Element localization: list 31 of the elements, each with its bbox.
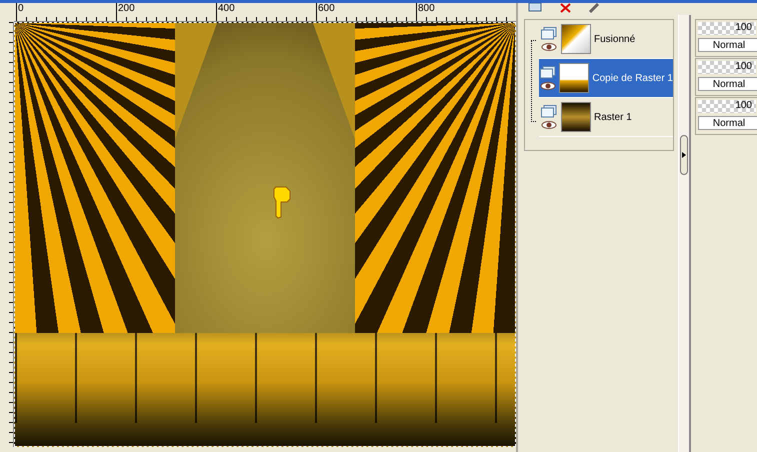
layer-name: Raster 1	[594, 112, 632, 122]
layer-type-icon	[541, 105, 557, 118]
layer-row[interactable]: Fusionné	[539, 20, 673, 59]
ruler-label: 200	[118, 3, 135, 15]
opacity-field[interactable]: 100	[698, 61, 756, 74]
layer-name: Fusionné	[594, 34, 636, 44]
layer-thumbnail	[561, 24, 591, 54]
layer-row[interactable]: Raster 1	[539, 98, 673, 137]
ruler-label: 600	[318, 3, 335, 15]
pointing-hand-icon	[273, 185, 291, 219]
ruler-label: 0	[18, 3, 24, 15]
brush-icon[interactable]	[588, 3, 600, 13]
layer-type-icon	[541, 27, 557, 40]
layer-thumbnail	[559, 63, 590, 93]
blend-mode-dropdown[interactable]: Normal	[698, 77, 757, 91]
collapse-handle[interactable]	[680, 135, 688, 175]
ruler-label: 400	[218, 3, 235, 15]
opacity-field[interactable]: 100	[698, 22, 756, 35]
opacity-field[interactable]: 100	[698, 100, 756, 113]
eye-icon[interactable]	[541, 43, 557, 51]
eye-icon[interactable]	[541, 121, 557, 129]
layer-type-icon	[540, 66, 556, 79]
caret-icon	[682, 152, 686, 158]
layer-name: Copie de Raster 1	[592, 72, 673, 84]
ruler-label: 800	[418, 3, 435, 15]
eye-icon[interactable]	[540, 82, 556, 90]
layer-row[interactable]: Copie de Raster 1	[539, 59, 673, 98]
blend-mode-dropdown[interactable]: Normal	[698, 116, 757, 130]
layer-icon[interactable]	[528, 3, 544, 13]
layer-thumbnail	[561, 102, 591, 132]
blend-mode-dropdown[interactable]: Normal	[698, 38, 757, 52]
